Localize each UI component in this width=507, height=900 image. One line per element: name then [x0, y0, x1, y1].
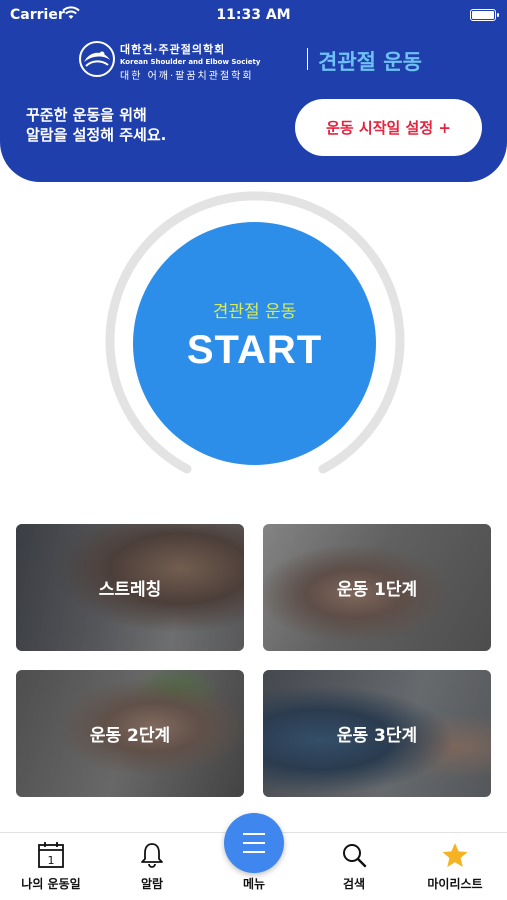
app-header: Carrier 11:33 AM 대한견·주관절의학회 Korean Shoul…: [0, 0, 507, 182]
status-bar: Carrier 11:33 AM: [0, 4, 507, 26]
app-title: 견관절 운동: [318, 50, 422, 74]
tab-alarm[interactable]: 알람: [107, 833, 197, 900]
tab-my-list[interactable]: 마이리스트: [410, 833, 500, 900]
tab-label: 알람: [140, 877, 164, 891]
society-name-block: 대한견·주관절의학회 Korean Shoulder and Elbow Soc…: [120, 41, 260, 82]
tab-label: 메뉴: [242, 877, 266, 891]
step1-card[interactable]: 운동 1단계: [263, 524, 491, 651]
title-divider: [307, 48, 308, 70]
bell-icon: [141, 843, 163, 868]
step3-label: 운동 3단계: [336, 726, 418, 746]
society-name-en: Korean Shoulder and Elbow Society: [120, 58, 261, 66]
battery-icon: [470, 9, 499, 21]
search-icon: [343, 844, 367, 868]
tab-label: 나의 운동일: [21, 877, 81, 891]
set-start-date-button[interactable]: 운동 시작일 설정 +: [295, 99, 482, 156]
start-label: START: [186, 327, 323, 372]
start-subtitle: 견관절 운동: [212, 301, 297, 322]
step1-label: 운동 1단계: [336, 580, 418, 600]
calendar-day-number: 1: [48, 854, 55, 867]
tab-my-exercise-days[interactable]: 1 나의 운동일: [6, 833, 96, 900]
tab-label: 검색: [342, 877, 366, 891]
star-icon: [442, 843, 468, 867]
step3-card[interactable]: 운동 3단계: [263, 670, 491, 797]
tab-search[interactable]: 검색: [309, 833, 399, 900]
step2-card[interactable]: 운동 2단계: [16, 670, 244, 797]
society-name-ko: 대한견·주관절의학회: [120, 43, 226, 56]
stretching-card[interactable]: 스트레칭: [16, 524, 244, 651]
calendar-icon: 1: [38, 842, 64, 868]
alarm-reminder-text: 꾸준한 운동을 위해 알람을 설정해 주세요.: [26, 106, 167, 144]
menu-fab-button[interactable]: [224, 813, 284, 873]
step2-label: 운동 2단계: [89, 726, 171, 746]
stretching-label: 스트레칭: [98, 580, 162, 600]
status-time: 11:33 AM: [216, 7, 291, 23]
society-subname-ko: 대한 어깨·팔꿈치관절학회: [120, 71, 254, 82]
society-emblem-icon: [79, 41, 115, 77]
start-exercise-button[interactable]: 견관절 운동 START: [133, 222, 376, 465]
tab-label: 마이리스트: [427, 877, 483, 891]
